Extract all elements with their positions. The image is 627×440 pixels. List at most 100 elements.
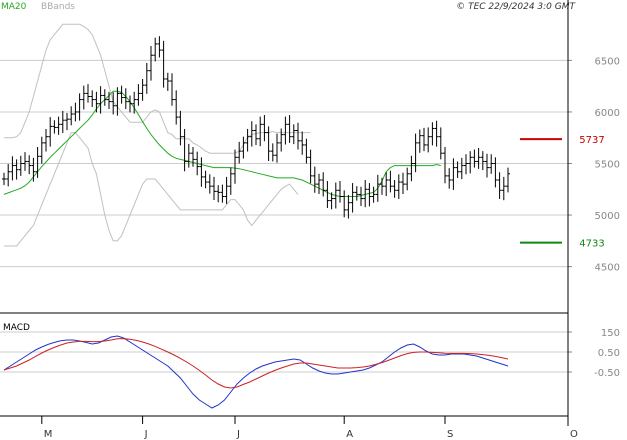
- ohlc-bar: [438, 127, 443, 160]
- ohlc-bar: [94, 91, 99, 113]
- ohlc-bar: [10, 156, 15, 181]
- ohlc-bar: [161, 40, 166, 88]
- ohlc-bar: [77, 93, 82, 121]
- ohlc-bar: [65, 112, 69, 131]
- ma20-line: [3, 90, 441, 197]
- ohlc-bar: [228, 167, 233, 195]
- ohlc-bar: [480, 151, 485, 171]
- macd-axis-ticks: 150 0.50 -0.50: [568, 328, 620, 379]
- ohlc-bar: [157, 36, 162, 58]
- ohlc-bar: [170, 73, 174, 106]
- ohlc-bar: [39, 136, 44, 164]
- ohlc-bar: [207, 174, 212, 194]
- ohlc-bar: [459, 157, 464, 180]
- ohlc-bar: [254, 124, 258, 145]
- ohlc-bar: [489, 154, 494, 174]
- macd-panel: MACD 1500.50-0.50: [0, 323, 620, 409]
- ohlc-bar: [476, 148, 481, 169]
- ohlc-bar: [52, 120, 57, 134]
- ohlc-bar: [165, 72, 170, 91]
- ohlc-bar: [304, 138, 309, 164]
- ohlc-bar: [212, 176, 216, 200]
- ohlc-bar: [409, 155, 414, 182]
- ohlc-bar: [308, 149, 313, 184]
- ohlc-bar: [275, 133, 279, 163]
- ohlc-bar: [447, 168, 452, 189]
- ohlc-bar: [60, 110, 65, 133]
- ohlc-bar: [468, 151, 473, 174]
- x-axis-month-labels: MJJASO: [41, 416, 578, 440]
- price-tick-label: 5000: [595, 211, 620, 222]
- macd-tick-label: 0.50: [598, 348, 620, 359]
- price-tick-label: 6500: [595, 56, 620, 67]
- ohlc-bar: [266, 126, 271, 162]
- ohlc-bar: [220, 184, 225, 203]
- ohlc-bar: [388, 170, 393, 193]
- ohlc-bar: [203, 170, 208, 189]
- ohlc-bar: [224, 176, 229, 204]
- ohlc-bars: [2, 36, 510, 219]
- x-tick-label: A: [346, 429, 353, 440]
- ohlc-bar: [48, 117, 53, 147]
- price-tick-label: 6000: [595, 108, 620, 119]
- ohlc-bar: [506, 167, 510, 193]
- macd-tick-label: -0.50: [594, 368, 620, 379]
- ohlc-bar: [27, 155, 32, 175]
- ohlc-bar: [283, 116, 288, 145]
- ohlc-bar: [430, 122, 435, 146]
- level-label-resistance: 5737: [579, 135, 604, 146]
- bband-lower-line: [4, 132, 299, 247]
- ohlc-bar: [98, 86, 103, 114]
- ohlc-bar: [90, 90, 95, 107]
- ma20-legend: MA20: [1, 2, 27, 12]
- ohlc-bar: [44, 128, 48, 152]
- ohlc-bar: [270, 143, 275, 162]
- ohlc-bar: [149, 45, 153, 81]
- level-label-support: 4733: [579, 239, 604, 250]
- ohlc-bar: [81, 85, 86, 110]
- ohlc-bar: [237, 141, 242, 164]
- ohlc-bar: [128, 95, 132, 113]
- ohlc-bar: [140, 78, 145, 101]
- macd-gridlines: [0, 331, 568, 373]
- price-panel: 4500 5000 5500 6000 6500 5737 4733: [0, 23, 620, 274]
- ohlc-bar: [312, 166, 317, 193]
- ohlc-bar: [2, 172, 6, 186]
- ohlc-bar: [367, 183, 372, 207]
- price-tick-label: 4500: [595, 263, 620, 274]
- stock-chart: MA20 BBands © TEC 22/9/2024 3:0 GMT 4500…: [0, 0, 620, 440]
- x-tick-label: M: [44, 429, 53, 440]
- bbands-legend: BBands: [41, 2, 75, 12]
- ohlc-bar: [102, 89, 107, 106]
- ohlc-bar: [493, 157, 498, 188]
- ohlc-bar: [413, 133, 418, 173]
- ohlc-bar: [233, 149, 237, 184]
- ohlc-bar: [317, 173, 321, 195]
- macd-tick-label: 150: [601, 328, 620, 339]
- ohlc-bar: [396, 174, 401, 199]
- ohlc-bar: [371, 186, 376, 203]
- ohlc-bar: [472, 149, 477, 168]
- ohlc-bar: [287, 115, 292, 143]
- ohlc-bar: [136, 84, 141, 106]
- ohlc-bar: [405, 167, 410, 191]
- ohlc-bar: [86, 84, 90, 103]
- ohlc-bar: [23, 152, 27, 171]
- ohlc-bar: [342, 190, 347, 218]
- ohlc-bar: [69, 106, 74, 126]
- ohlc-bar: [258, 116, 263, 147]
- ohlc-bar: [199, 157, 204, 187]
- ohlc-bar: [380, 177, 384, 195]
- ohlc-bar: [422, 127, 426, 152]
- ohlc-bar: [296, 122, 300, 150]
- macd-signal-line: [3, 338, 509, 389]
- ohlc-bar: [216, 185, 221, 203]
- ohlc-bar: [14, 159, 19, 180]
- ohlc-bar: [434, 120, 439, 147]
- ohlc-bar: [178, 110, 183, 146]
- ohlc-bar: [291, 124, 296, 145]
- ohlc-bar: [186, 143, 191, 168]
- ohlc-bar: [119, 85, 124, 104]
- ohlc-bar: [300, 131, 305, 155]
- source-timestamp: © TEC 22/9/2024 3:0 GMT: [456, 2, 576, 12]
